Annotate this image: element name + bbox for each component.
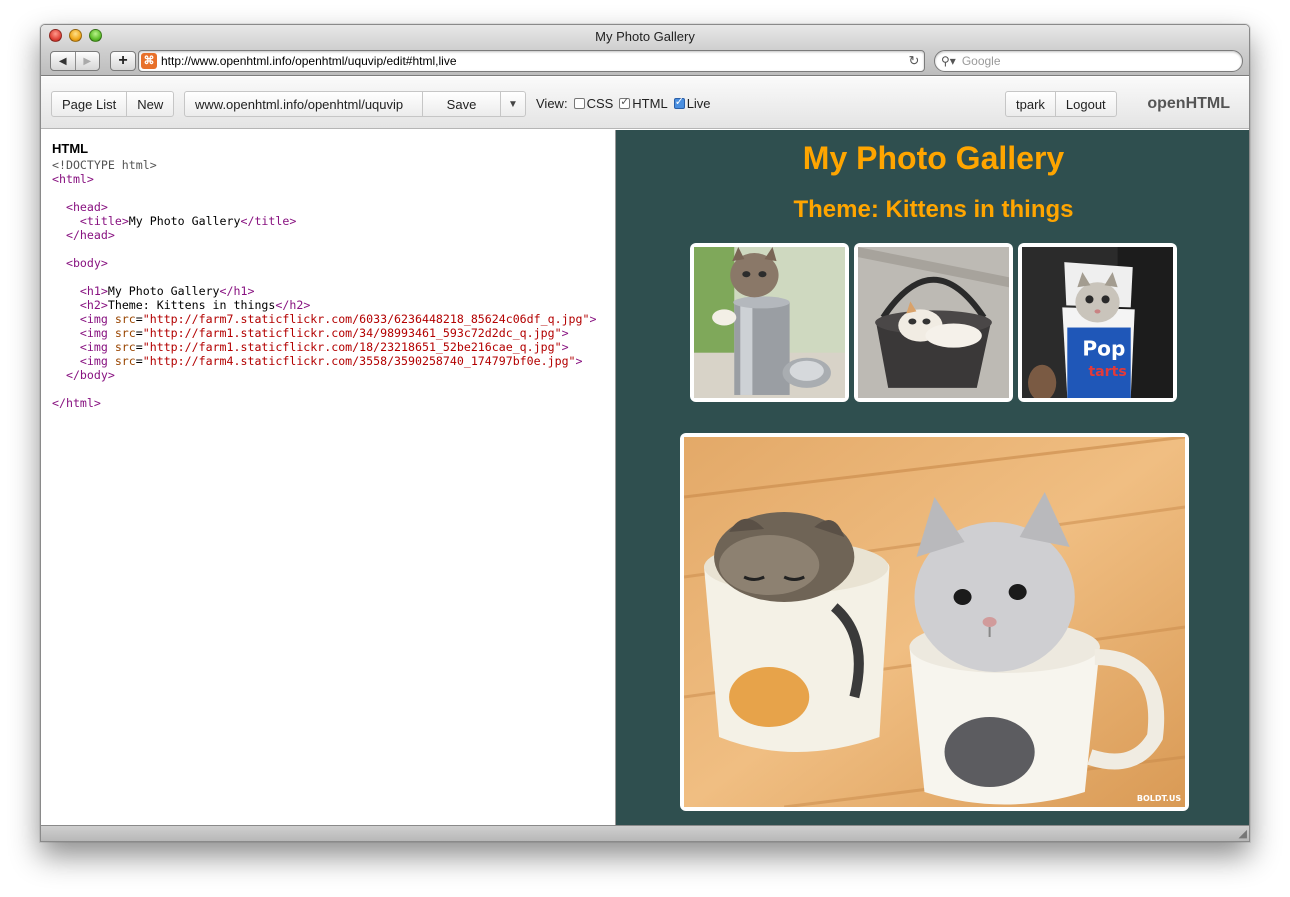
browser-titlebar: My Photo Gallery ◀ ▶ + ⌘ http://www.open… [41,25,1249,76]
kittens-in-mugs-photo: BOLDT.US [680,433,1189,811]
preview-subheading: Theme: Kittens in things [793,196,1074,223]
code-line[interactable]: <img src="http://farm1.staticflickr.com/… [52,340,596,354]
new-page-button[interactable]: New [126,92,173,116]
page-actions-group: Page List New [51,91,175,117]
address-bar[interactable]: ⌘ http://www.openhtml.info/openhtml/uquv… [138,50,925,72]
kitten-handbag-photo [854,243,1013,402]
back-arrow-icon[interactable]: ◀ [51,52,75,70]
browser-window: My Photo Gallery ◀ ▶ + ⌘ http://www.open… [40,24,1250,842]
svg-text:tarts: tarts [1088,364,1126,380]
search-input[interactable]: Google [962,54,1001,68]
code-line[interactable]: <html> [52,172,596,186]
code-line[interactable]: </html> [52,396,596,410]
code-line[interactable]: <img src="http://farm4.staticflickr.com/… [52,354,596,368]
add-bookmark-button[interactable]: + [110,51,136,71]
html-checkbox[interactable] [619,95,631,109]
window-title: My Photo Gallery [595,29,695,44]
code-line[interactable]: <img src="http://farm7.staticflickr.com/… [52,312,597,326]
forward-arrow-icon[interactable]: ▶ [74,52,100,70]
css-checkbox[interactable] [573,98,585,109]
browser-statusbar: ◢ [41,825,1249,841]
view-label: View: [536,96,568,111]
code-line[interactable]: <!DOCTYPE html> [52,158,596,172]
kitten-shaker-photo [690,243,849,402]
search-icon: ⚲▾ [941,54,956,68]
code-line[interactable]: ​ [52,186,596,200]
code-line[interactable]: <img src="http://farm1.staticflickr.com/… [52,326,596,340]
address-input[interactable]: http://www.openhtml.info/openhtml/uquvip… [161,54,904,68]
watermark-text: BOLDT.US [1137,794,1181,803]
live-preview-pane: My Photo Gallery Theme: Kittens in thing… [616,130,1249,827]
account-group: tpark Logout [1005,91,1117,117]
reload-icon[interactable]: ↻ [904,53,924,69]
code-line[interactable]: <h1>My Photo Gallery</h1> [52,284,596,298]
code-line[interactable]: </body> [52,368,596,382]
brand-logo: openHTML [1147,95,1230,112]
code-line[interactable]: <head> [52,200,596,214]
save-button[interactable]: Save [422,92,500,116]
logout-button[interactable]: Logout [1054,92,1116,116]
resize-grip-icon[interactable]: ◢ [1239,827,1247,840]
code-editor[interactable]: <!DOCTYPE html><html>​ <head> <title>My … [52,158,596,410]
save-options-dropdown-icon[interactable]: ▼ [500,92,525,116]
editor-title: HTML [52,141,89,156]
code-line[interactable]: ​ [52,382,596,396]
live-checkbox[interactable] [673,95,685,109]
user-button[interactable]: tpark [1006,92,1055,116]
preview-heading: My Photo Gallery [802,140,1065,176]
code-line[interactable]: <title>My Photo Gallery</title> [52,214,596,228]
save-group: www.openhtml.info/openhtml/uquvip Save ▼ [184,91,526,117]
site-favicon-icon: ⌘ [141,53,157,69]
back-forward-buttons: ◀ ▶ [50,51,100,71]
search-bar[interactable]: ⚲▾ Google [934,50,1243,72]
html-label: HTML [632,96,668,111]
app-toolbar: Page List New www.openhtml.info/openhtml… [41,77,1249,129]
code-line[interactable]: ​ [52,242,596,256]
code-line[interactable]: ​ [52,270,596,284]
svg-text:Pop: Pop [1082,337,1125,361]
css-label: CSS [586,96,614,111]
code-line[interactable]: <h2>Theme: Kittens in things</h2> [52,298,596,312]
html-editor-pane[interactable]: HTML <!DOCTYPE html><html>​ <head> <titl… [41,130,616,827]
page-list-button[interactable]: Page List [52,92,126,116]
kitten-poptarts-photo: Pop tarts [1018,243,1177,402]
code-line[interactable]: <body> [52,256,596,270]
code-line[interactable]: </head> [52,228,596,242]
live-label: Live [686,96,711,111]
view-toggles: View: CSS HTML Live [536,95,711,111]
page-url-field[interactable]: www.openhtml.info/openhtml/uquvip [185,92,422,116]
